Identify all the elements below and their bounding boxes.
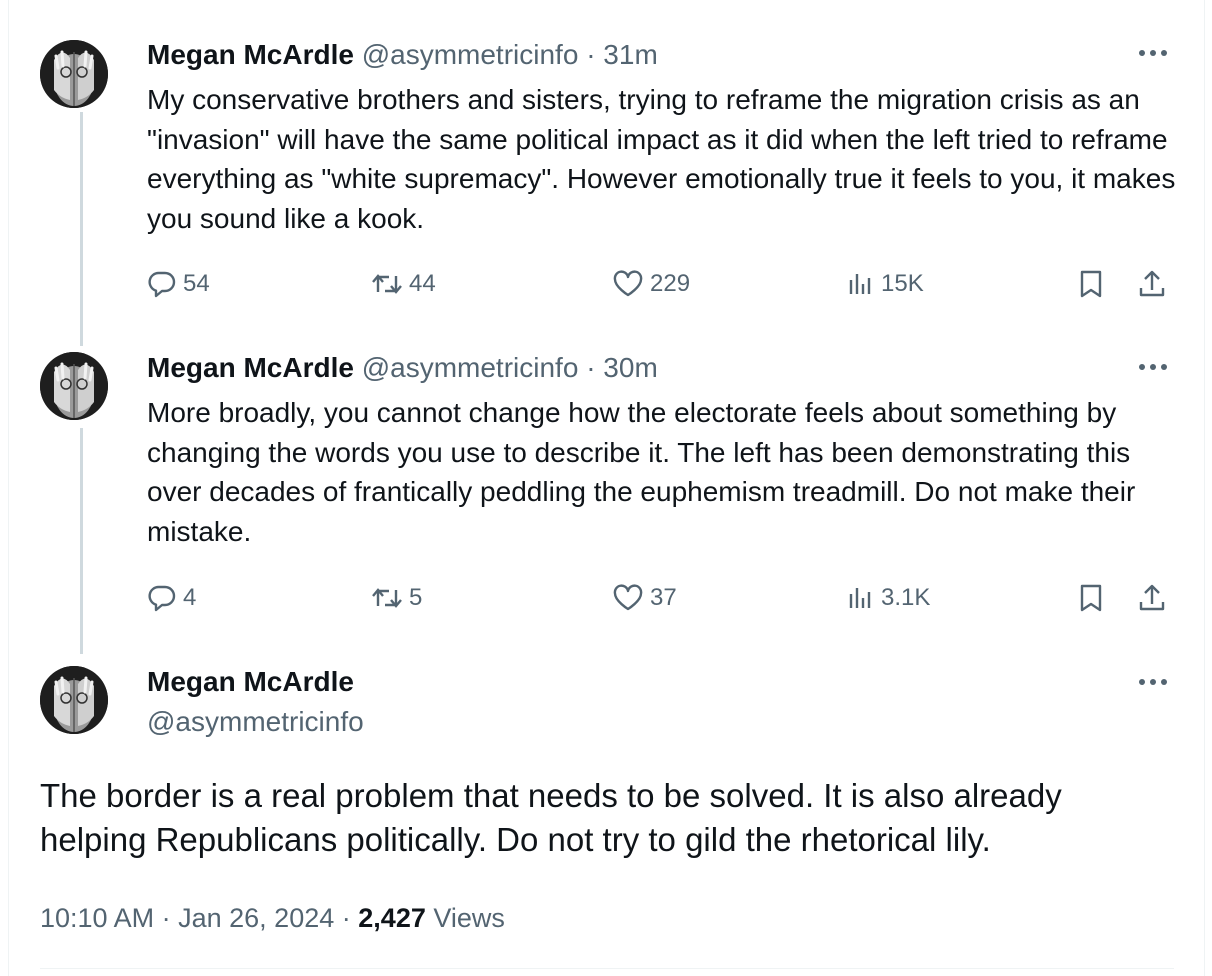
more-icon[interactable] [1136, 672, 1170, 692]
more-icon[interactable] [1136, 357, 1170, 377]
author-name[interactable]: Megan McArdle [147, 39, 354, 70]
tweet-date[interactable]: Jan 26, 2024 [178, 903, 334, 933]
thread-connector-line [80, 428, 83, 654]
bookmark-button[interactable] [1077, 266, 1105, 302]
repost-button[interactable]: 5 [371, 580, 422, 616]
repost-button[interactable]: 44 [371, 266, 436, 302]
share-button[interactable] [1137, 266, 1167, 302]
reply-count: 54 [183, 270, 210, 297]
reply-count: 4 [183, 584, 197, 611]
tweet-text: My conservative brothers and sisters, tr… [147, 84, 1176, 234]
tweet-time[interactable]: 31m [603, 39, 657, 70]
thread-connector-line [80, 112, 83, 346]
reply-icon [147, 270, 177, 298]
like-count: 229 [650, 270, 691, 297]
views-button[interactable]: 15K [847, 266, 924, 302]
reply-button[interactable]: 4 [147, 580, 196, 616]
tweet-metadata: 10:10 AM · Jan 26, 2024 · 2,427 Views [40, 898, 505, 938]
views-label: Views [433, 903, 505, 933]
like-button[interactable]: 37 [612, 580, 677, 616]
like-count: 37 [650, 584, 677, 611]
bookmark-icon [1077, 583, 1105, 613]
divider [40, 968, 1174, 969]
author-name[interactable]: Megan McArdle [147, 665, 354, 699]
frame-border-left [8, 0, 9, 976]
separator-dot: · [586, 352, 596, 383]
share-icon [1137, 583, 1167, 613]
like-icon [612, 270, 644, 298]
like-icon [612, 584, 644, 612]
views-button[interactable]: 3.1K [847, 580, 930, 616]
views-count: 3.1K [881, 584, 931, 611]
bookmark-icon [1077, 269, 1105, 299]
tweet-header: Megan McArdle @asymmetricinfo · 31m [147, 38, 658, 72]
tweet-actions: 54 44 229 15K [147, 266, 1177, 302]
views-total: 2,427 [358, 903, 426, 933]
tweet-time[interactable]: 30m [603, 352, 657, 383]
more-icon[interactable] [1136, 43, 1170, 63]
bookmark-button[interactable] [1077, 580, 1105, 616]
tweet-actions: 4 5 37 3.1K [147, 580, 1177, 616]
like-button[interactable]: 229 [612, 266, 690, 302]
repost-icon [371, 270, 403, 298]
reply-button[interactable]: 54 [147, 266, 210, 302]
author-handle[interactable]: @asymmetricinfo [362, 352, 579, 383]
frame-border-right [1204, 0, 1205, 976]
avatar[interactable] [40, 40, 108, 108]
repost-count: 44 [409, 270, 436, 297]
views-icon [847, 270, 875, 298]
author-name[interactable]: Megan McArdle [147, 352, 354, 383]
views-icon [847, 584, 875, 612]
separator-dot: · [341, 903, 351, 933]
share-button[interactable] [1137, 580, 1167, 616]
tweet-timestamp[interactable]: 10:10 AM [40, 903, 154, 933]
separator-dot: · [586, 39, 596, 70]
main-tweet-text: The border is a real problem that needs … [40, 777, 1062, 858]
separator-dot: · [161, 903, 171, 933]
share-icon [1137, 269, 1167, 299]
repost-count: 5 [409, 584, 423, 611]
author-handle[interactable]: @asymmetricinfo [147, 705, 364, 739]
avatar[interactable] [40, 666, 108, 734]
repost-icon [371, 584, 403, 612]
tweet-text: More broadly, you cannot change how the … [147, 397, 1136, 547]
views-count: 15K [881, 270, 924, 297]
reply-icon [147, 584, 177, 612]
tweet-header: Megan McArdle @asymmetricinfo · 30m [147, 351, 658, 385]
avatar[interactable] [40, 352, 108, 420]
author-handle[interactable]: @asymmetricinfo [362, 39, 579, 70]
